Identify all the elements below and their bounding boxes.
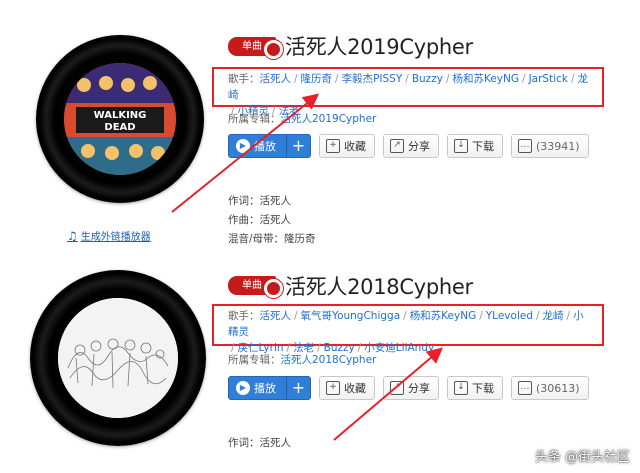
- singer-link[interactable]: 氧气哥YoungChigga: [301, 310, 401, 322]
- collect-label: 收藏: [344, 140, 366, 153]
- singer-label: 歌手：: [228, 310, 260, 322]
- lyricist: 作词：活死人: [228, 437, 291, 449]
- music-note-icon: ♫: [67, 228, 78, 243]
- album-cover: [58, 298, 178, 418]
- singer-list: 歌手：活死人 / 隆历奇 / 李毅杰PISSY / Buzzy / 杨和苏KeyNG / JarSt…: [212, 67, 604, 117]
- singer-link[interactable]: 杨和苏KeyNG: [410, 310, 477, 322]
- share-icon: ↗: [390, 139, 404, 153]
- credits: 作词：活死人 作曲：活死人 混音/母带：隆历奇: [228, 192, 316, 249]
- vinyl-disc: WALKING DEAD: [36, 35, 204, 203]
- lyricist: 作词：活死人: [228, 195, 291, 207]
- album-label: 所属专辑：: [228, 113, 281, 125]
- cover-text-walking: WALKING: [94, 110, 147, 121]
- separator: /: [479, 310, 483, 322]
- play-button-group: ▶ 播放 +: [228, 376, 311, 400]
- singer-link[interactable]: 隆历奇: [301, 73, 333, 85]
- play-button[interactable]: ▶ 播放: [229, 377, 286, 399]
- comment-icon: …: [518, 139, 532, 153]
- song-block-2018: 单曲 活死人2018Cypher 歌手：活死人 / 氧气哥YoungChigga / 杨…: [0, 258, 640, 473]
- download-icon: ↓: [454, 381, 468, 395]
- singer-link[interactable]: 活死人: [260, 73, 292, 85]
- mixing-mastering: 混音/母带：隆历奇: [228, 233, 316, 245]
- singer-label: 歌手：: [228, 73, 260, 85]
- separator: /: [403, 310, 407, 322]
- singer-link[interactable]: YLevoled: [486, 310, 533, 322]
- comment-button[interactable]: … (30613): [511, 376, 589, 400]
- singer-link[interactable]: 李毅杰PISSY: [342, 73, 403, 85]
- separator: /: [294, 73, 298, 85]
- separator: /: [335, 73, 339, 85]
- singer-link[interactable]: Buzzy: [412, 73, 443, 85]
- singer-link[interactable]: 杨和苏KeyNG: [452, 73, 519, 85]
- separator: /: [536, 310, 540, 322]
- download-button[interactable]: ↓ 下载: [447, 376, 503, 400]
- collect-button[interactable]: + 收藏: [319, 134, 375, 158]
- download-label: 下载: [472, 140, 494, 153]
- play-button[interactable]: ▶ 播放: [229, 135, 286, 157]
- separator: /: [294, 310, 298, 322]
- download-label: 下载: [472, 382, 494, 395]
- album-cover: WALKING DEAD: [64, 63, 176, 175]
- song-title: 活死人2019Cypher: [285, 35, 473, 59]
- album-label: 所属专辑：: [228, 354, 281, 366]
- share-icon: ↗: [390, 381, 404, 395]
- play-icon: ▶: [236, 139, 250, 153]
- action-buttons: ▶ 播放 + + 收藏 ↗ 分享 ↓ 下载 … (30613): [228, 376, 589, 400]
- vinyl-disc: [30, 270, 206, 446]
- song-block-2019: WALKING DEAD ♫ 生成外链播放器 单曲 活死人2019Cypher …: [0, 0, 640, 258]
- play-icon: ▶: [236, 381, 250, 395]
- cover-text-dead: DEAD: [104, 122, 135, 133]
- singer-link[interactable]: 龙崎: [543, 310, 564, 322]
- album-link[interactable]: 活死人2018Cypher: [281, 354, 377, 366]
- share-label: 分享: [408, 382, 430, 395]
- action-buttons: ▶ 播放 + + 收藏 ↗ 分享 ↓ 下载 … (33941): [228, 134, 589, 158]
- comment-icon: …: [518, 381, 532, 395]
- single-badge: 单曲: [228, 37, 283, 59]
- play-button-group: ▶ 播放 +: [228, 134, 311, 158]
- single-badge: 单曲: [228, 276, 283, 298]
- song-title: 活死人2018Cypher: [285, 275, 473, 299]
- collect-icon: +: [326, 139, 340, 153]
- share-button[interactable]: ↗ 分享: [383, 376, 439, 400]
- album-link[interactable]: 活死人2019Cypher: [281, 113, 377, 125]
- credits: 作词：活死人: [228, 434, 291, 453]
- album-info: 所属专辑：活死人2019Cypher: [228, 111, 376, 126]
- composer: 作曲：活死人: [228, 214, 291, 226]
- separator: /: [405, 73, 409, 85]
- generate-external-player-link[interactable]: ♫ 生成外链播放器: [67, 228, 151, 244]
- separator: /: [445, 73, 450, 85]
- separator: /: [566, 310, 571, 322]
- album-info: 所属专辑：活死人2018Cypher: [228, 352, 376, 367]
- separator: /: [570, 73, 575, 85]
- comment-count: (30613): [536, 381, 580, 395]
- singer-list: 歌手：活死人 / 氧气哥YoungChigga / 杨和苏KeyNG / YLevoled /…: [212, 304, 604, 354]
- comment-count: (33941): [536, 139, 580, 153]
- share-label: 分享: [408, 140, 430, 153]
- download-icon: ↓: [454, 139, 468, 153]
- generate-external-player-label: 生成外链播放器: [80, 232, 151, 243]
- add-to-playlist-button[interactable]: +: [286, 377, 310, 399]
- separator: /: [522, 73, 526, 85]
- collect-label: 收藏: [344, 382, 366, 395]
- watermark: 头条 @街头社区: [534, 450, 630, 465]
- share-button[interactable]: ↗ 分享: [383, 134, 439, 158]
- collect-button[interactable]: + 收藏: [319, 376, 375, 400]
- add-to-playlist-button[interactable]: +: [286, 135, 310, 157]
- play-label: 播放: [254, 140, 276, 153]
- singer-link[interactable]: JarStick: [529, 73, 568, 85]
- download-button[interactable]: ↓ 下载: [447, 134, 503, 158]
- play-label: 播放: [254, 382, 276, 395]
- collect-icon: +: [326, 381, 340, 395]
- comment-button[interactable]: … (33941): [511, 134, 589, 158]
- singer-link[interactable]: 活死人: [260, 310, 292, 322]
